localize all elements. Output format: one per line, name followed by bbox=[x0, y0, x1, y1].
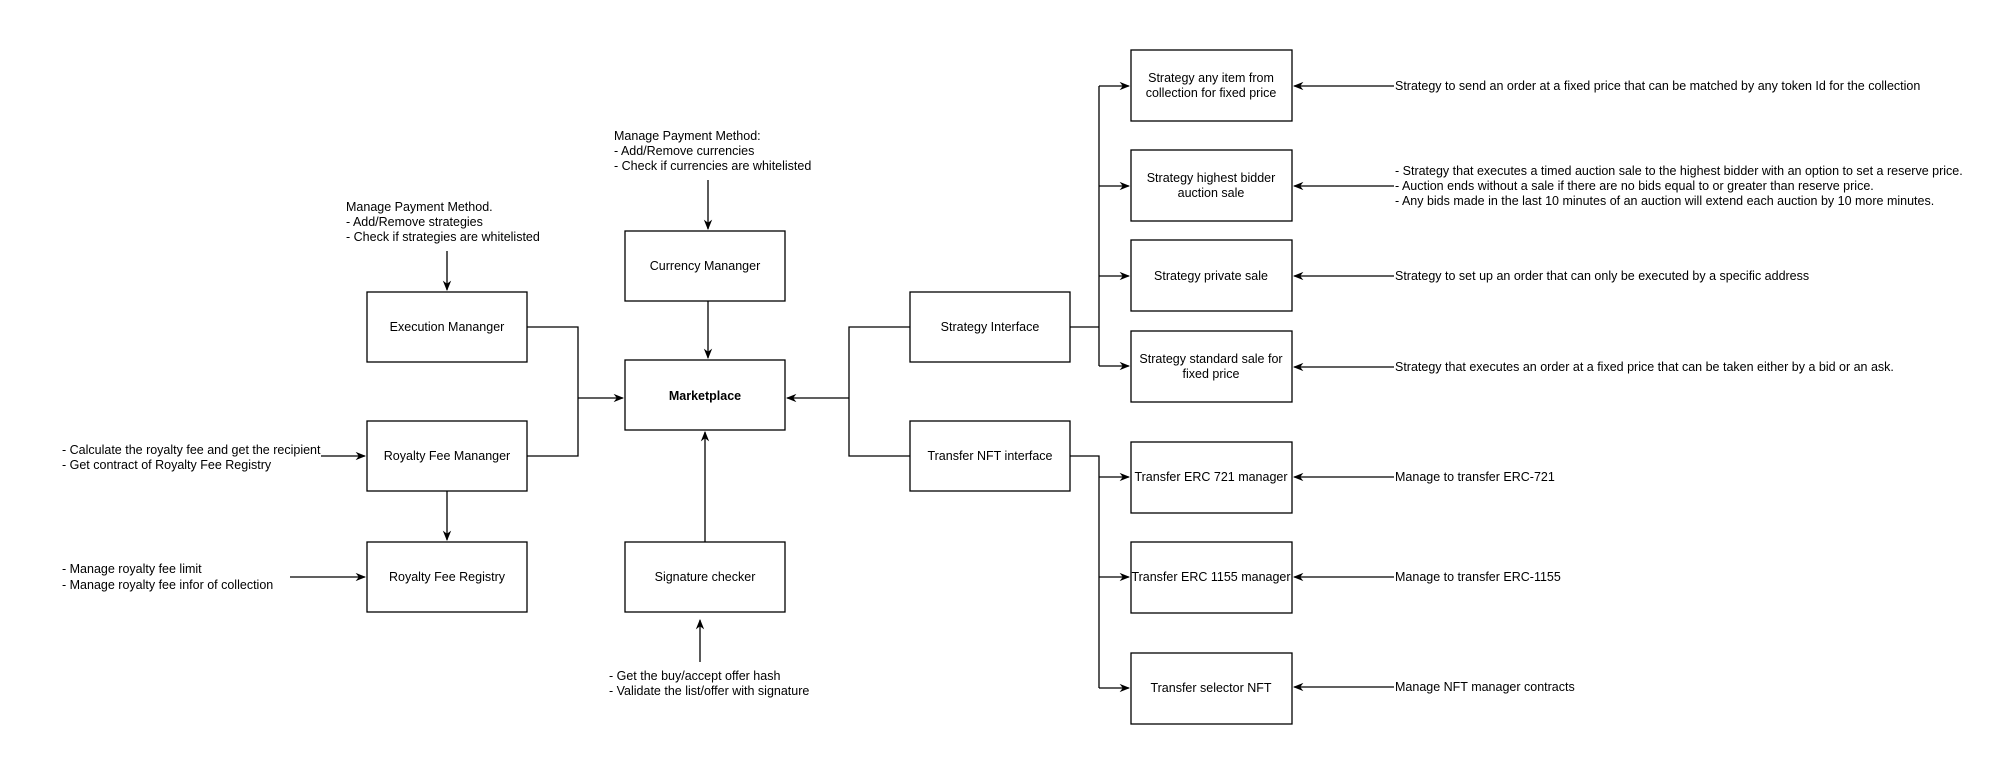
node-label: Strategy private sale bbox=[1154, 269, 1268, 283]
edge-execution-marketplace bbox=[527, 326, 579, 457]
svg-text:- Check if currencies are whit: - Check if currencies are whitelisted bbox=[614, 159, 811, 173]
node-label: Strategy Interface bbox=[941, 320, 1040, 334]
edge-transfer-bus bbox=[1070, 455, 1100, 688]
svg-text:- Manage royalty fee limit: - Manage royalty fee limit bbox=[62, 562, 202, 576]
svg-text:- Get contract of Royalty Fee: - Get contract of Royalty Fee Registry bbox=[62, 458, 272, 472]
edge-strategy-bus bbox=[1070, 86, 1100, 366]
node-currency[interactable]: Currency Mananger bbox=[624, 230, 786, 302]
node-transfer-selector[interactable]: Transfer selector NFT bbox=[1130, 652, 1293, 725]
note-strategy-private: Strategy to set up an order that can onl… bbox=[1395, 269, 1809, 283]
svg-text:- Auction ends without a sale: - Auction ends without a sale if there a… bbox=[1395, 179, 1874, 193]
node-label: Signature checker bbox=[655, 570, 756, 584]
svg-text:Manage Payment Method:: Manage Payment Method: bbox=[614, 129, 761, 143]
svg-text:- Strategy that executes a tim: - Strategy that executes a timed auction… bbox=[1395, 164, 1963, 178]
node-label: Currency Mananger bbox=[650, 259, 760, 273]
node-label: Royalty Fee Mananger bbox=[384, 449, 510, 463]
node-transfer-interface[interactable]: Transfer NFT interface bbox=[909, 420, 1071, 492]
note-royalty-manager: - Calculate the royalty fee and get the … bbox=[62, 443, 321, 472]
note-strategy-any-item: Strategy to send an order at a fixed pri… bbox=[1395, 79, 1920, 93]
svg-text:- Any bids made in the last 10: - Any bids made in the last 10 minutes o… bbox=[1395, 194, 1934, 208]
svg-text:- Get the buy/accept offer has: - Get the buy/accept offer hash bbox=[609, 669, 780, 683]
svg-text:- Add/Remove strategies: - Add/Remove strategies bbox=[346, 215, 483, 229]
node-strategy-private[interactable]: Strategy private sale bbox=[1130, 239, 1293, 312]
node-label: Transfer ERC 721 manager bbox=[1134, 470, 1287, 484]
node-label: auction sale bbox=[1178, 186, 1245, 200]
node-royalty-registry[interactable]: Royalty Fee Registry bbox=[366, 541, 528, 613]
svg-text:- Calculate the royalty fee an: - Calculate the royalty fee and get the … bbox=[62, 443, 321, 457]
note-execution: Manage Payment Method. - Add/Remove stra… bbox=[346, 200, 540, 244]
node-label: Strategy standard sale for bbox=[1139, 352, 1282, 366]
node-label: Marketplace bbox=[669, 389, 741, 403]
edge-interfaces-marketplace bbox=[848, 326, 910, 457]
svg-text:Manage Payment Method.: Manage Payment Method. bbox=[346, 200, 493, 214]
note-transfer-721: Manage to transfer ERC-721 bbox=[1395, 470, 1555, 484]
node-transfer-1155[interactable]: Transfer ERC 1155 manager bbox=[1130, 541, 1293, 614]
node-label: Execution Mananger bbox=[390, 320, 505, 334]
node-transfer-721[interactable]: Transfer ERC 721 manager bbox=[1130, 441, 1293, 514]
node-marketplace[interactable]: Marketplace bbox=[624, 359, 786, 431]
node-label: Transfer ERC 1155 manager bbox=[1131, 570, 1290, 584]
architecture-diagram: Execution Mananger Royalty Fee Mananger … bbox=[62, 49, 1963, 725]
node-label: Transfer selector NFT bbox=[1150, 681, 1271, 695]
node-strategy-highest-bidder[interactable]: Strategy highest bidder auction sale bbox=[1130, 149, 1293, 222]
note-strategy-standard: Strategy that executes an order at a fix… bbox=[1395, 360, 1894, 374]
svg-text:- Validate the list/offer with: - Validate the list/offer with signature bbox=[609, 684, 809, 698]
note-royalty-registry: - Manage royalty fee limit - Manage roya… bbox=[62, 562, 273, 592]
note-transfer-1155: Manage to transfer ERC-1155 bbox=[1395, 570, 1561, 584]
node-label: Strategy any item from bbox=[1148, 71, 1274, 85]
note-currency: Manage Payment Method: - Add/Remove curr… bbox=[614, 129, 811, 173]
node-signature[interactable]: Signature checker bbox=[624, 541, 786, 613]
node-label: Royalty Fee Registry bbox=[389, 570, 506, 584]
svg-text:- Manage royalty fee infor of: - Manage royalty fee infor of collection bbox=[62, 578, 273, 592]
note-strategy-highest-bidder: - Strategy that executes a timed auction… bbox=[1395, 164, 1963, 208]
svg-text:- Check if strategies are whit: - Check if strategies are whitelisted bbox=[346, 230, 540, 244]
note-signature: - Get the buy/accept offer hash - Valida… bbox=[609, 669, 809, 698]
node-label: Transfer NFT interface bbox=[927, 449, 1052, 463]
node-label: Strategy highest bidder bbox=[1147, 171, 1276, 185]
node-royalty-manager[interactable]: Royalty Fee Mananger bbox=[366, 420, 528, 492]
node-execution[interactable]: Execution Mananger bbox=[366, 291, 528, 363]
note-transfer-selector: Manage NFT manager contracts bbox=[1395, 680, 1575, 694]
node-label: collection for fixed price bbox=[1146, 86, 1277, 100]
node-strategy-interface[interactable]: Strategy Interface bbox=[909, 291, 1071, 363]
svg-text:- Add/Remove currencies: - Add/Remove currencies bbox=[614, 144, 754, 158]
node-label: fixed price bbox=[1183, 367, 1240, 381]
node-strategy-standard[interactable]: Strategy standard sale for fixed price bbox=[1130, 330, 1293, 403]
node-strategy-any-item[interactable]: Strategy any item from collection for fi… bbox=[1130, 49, 1293, 122]
